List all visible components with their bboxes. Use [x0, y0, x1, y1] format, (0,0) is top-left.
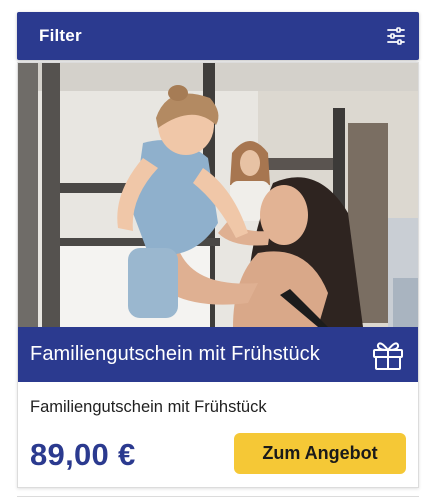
- to-offer-button[interactable]: Zum Angebot: [234, 433, 406, 474]
- sliders-icon[interactable]: [385, 25, 407, 47]
- offer-price: 89,00 €: [30, 437, 136, 472]
- offer-subtitle: Familiengutschein mit Frühstück: [30, 398, 267, 416]
- offer-card[interactable]: Familiengutschein mit Frühstück Familien…: [17, 62, 419, 488]
- banner-title: Familiengutschein mit Frühstück: [30, 343, 320, 365]
- filter-label: Filter: [39, 26, 82, 45]
- offer-banner: Familiengutschein mit Frühstück: [18, 327, 418, 382]
- filter-bar[interactable]: Filter: [17, 12, 419, 60]
- offer-body: Familiengutschein mit Frühstück 89,00 € …: [18, 382, 418, 488]
- next-card-edge: [17, 496, 419, 500]
- gift-icon: [370, 337, 406, 373]
- offer-image: [18, 63, 418, 327]
